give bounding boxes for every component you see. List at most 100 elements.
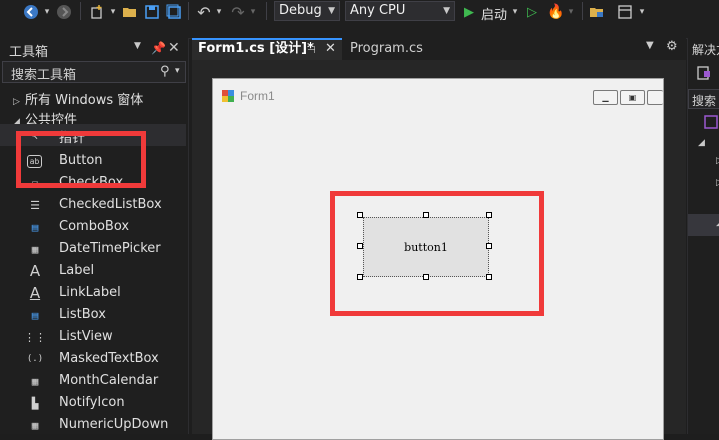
- start-button[interactable]: 启动: [481, 4, 507, 23]
- group-all-windows-forms[interactable]: ▷ 所有 Windows 窗体: [13, 89, 143, 108]
- solution-node-icon[interactable]: [704, 115, 718, 132]
- close-icon[interactable]: ✕: [168, 40, 180, 56]
- start-without-debugging-icon[interactable]: ▷: [525, 4, 539, 20]
- solution-search-input[interactable]: 搜索: [688, 89, 719, 109]
- solution-explorer-panel: 解决方 搜索 ◢ ▷ ▷ ◢: [687, 38, 719, 434]
- toolbox-item-linklabel[interactable]: A LinkLabel: [0, 282, 186, 304]
- configuration-value: Debug: [279, 3, 322, 18]
- toolbox-item-label: NotifyIcon: [59, 395, 125, 410]
- main-toolbar: ▾ ▾ ↶ ▾ ↷ ▾ Debug ▼ Any CPU ▼ ▶ 启动 ▾ ▷ 🔥…: [0, 0, 719, 39]
- minimize-button[interactable]: ▁: [593, 90, 618, 105]
- toolbox-item-label: ListBox: [59, 307, 106, 322]
- folder-view-icon[interactable]: [589, 4, 605, 20]
- hot-reload-icon[interactable]: 🔥: [547, 4, 564, 20]
- collapse-arrow-icon[interactable]: ◢: [698, 138, 705, 148]
- selected-tree-row[interactable]: ◢: [688, 214, 719, 236]
- toolbox-item-checkedlistbox[interactable]: ☰ CheckedListBox: [0, 194, 186, 216]
- toolbox-item-label: MonthCalendar: [59, 373, 159, 388]
- toolbox-search-input[interactable]: 搜索工具箱 ⚲ ▾: [2, 61, 186, 83]
- search-icon[interactable]: ⚲: [160, 64, 170, 79]
- pin-icon[interactable]: ⊣: [307, 42, 316, 60]
- listview-icon: ⋮⋮: [24, 330, 46, 344]
- toolbox-item-label: ListView: [59, 329, 113, 344]
- toolbox-item-notifyicon[interactable]: ▙ NotifyIcon: [0, 392, 186, 414]
- solution-explorer-title: 解决方: [692, 43, 719, 57]
- chevron-down-icon[interactable]: ▾: [42, 4, 52, 20]
- maskedtextbox-icon: (.): [26, 354, 44, 364]
- redo-icon[interactable]: ↷: [230, 3, 246, 22]
- toolbox-item-label: Label: [59, 263, 95, 278]
- combobox-icon: ▤: [31, 220, 39, 234]
- close-button[interactable]: [647, 90, 663, 105]
- solution-platform-select[interactable]: Any CPU ▼: [345, 1, 455, 21]
- new-project-icon[interactable]: [88, 4, 106, 20]
- solution-search-placeholder: 搜索: [692, 94, 717, 108]
- form-app-icon: [222, 90, 234, 105]
- search-placeholder: 搜索工具箱: [11, 68, 77, 83]
- toolbar-separator: [80, 2, 81, 20]
- save-icon[interactable]: [144, 4, 160, 20]
- toolbox-item-datetimepicker[interactable]: ▦ DateTimePicker: [0, 238, 186, 260]
- maximize-icon: ▣: [628, 93, 637, 102]
- monthcalendar-icon: ▦: [31, 374, 39, 388]
- listbox-icon: ▤: [31, 308, 39, 322]
- solution-configuration-select[interactable]: Debug ▼: [274, 1, 340, 21]
- editor-tab-bar: Form1.cs [设计]* ⊣ ✕ Program.cs ▼ ⚙: [192, 38, 686, 60]
- form-titlebar: Form1 ▁ ▣: [213, 79, 663, 115]
- chevron-down-icon[interactable]: ▼: [134, 41, 141, 51]
- tab-form1-designer[interactable]: Form1.cs [设计]* ⊣ ✕: [192, 38, 342, 60]
- chevron-down-icon[interactable]: ▾: [637, 4, 647, 20]
- chevron-down-icon[interactable]: ▾: [248, 4, 258, 20]
- chevron-down-icon[interactable]: ▾: [175, 66, 180, 76]
- form-title: Form1: [240, 89, 275, 103]
- expand-arrow-icon: ▷: [13, 97, 20, 107]
- chevron-down-icon: ▼: [443, 6, 450, 16]
- toolbox-item-maskedtextbox[interactable]: (.) MaskedTextBox: [0, 348, 186, 370]
- toolbar-separator: [582, 2, 583, 20]
- toolbox-item-label: NumericUpDown: [59, 417, 169, 432]
- toolbox-item-listbox[interactable]: ▤ ListBox: [0, 304, 186, 326]
- toolbox-item-label: CheckedListBox: [59, 197, 162, 212]
- toolbox-item-listview[interactable]: ⋮⋮ ListView: [0, 326, 186, 348]
- tab-program-cs[interactable]: Program.cs: [342, 38, 462, 60]
- pin-icon[interactable]: 📌: [151, 41, 166, 55]
- toolbox-panel: 工具箱 ▼ 📌 ✕ 搜索工具箱 ⚲ ▾ ▷ 所有 Windows 窗体 ◢ 公共控件…: [0, 38, 189, 434]
- gear-icon[interactable]: ⚙: [666, 39, 678, 54]
- open-folder-icon[interactable]: [122, 4, 138, 20]
- toolbox-item-label: MaskedTextBox: [59, 351, 159, 366]
- chevron-down-icon[interactable]: ▾: [108, 4, 118, 20]
- undo-icon[interactable]: ↶: [196, 3, 212, 22]
- save-all-icon[interactable]: [166, 4, 182, 20]
- toolbar-separator: [266, 2, 267, 20]
- toolbox-item-monthcalendar[interactable]: ▦ MonthCalendar: [0, 370, 186, 392]
- close-icon[interactable]: ✕: [325, 40, 336, 58]
- tab-label: Program.cs: [350, 41, 423, 56]
- chevron-down-icon[interactable]: ▾: [510, 4, 520, 20]
- chevron-down-icon[interactable]: ▾: [214, 4, 224, 20]
- play-icon[interactable]: ▶: [462, 4, 476, 20]
- solution-home-icon[interactable]: [696, 65, 712, 81]
- back-arrow-circle-icon[interactable]: [22, 4, 40, 20]
- toolbox-item-numericupdown[interactable]: ▦ NumericUpDown: [0, 414, 186, 436]
- toolbox-item-label: DateTimePicker: [59, 241, 161, 256]
- linklabel-icon: A: [29, 284, 41, 302]
- forward-arrow-circle-icon[interactable]: [56, 4, 72, 20]
- toolbar-separator: [188, 2, 189, 20]
- maximize-button[interactable]: ▣: [620, 90, 645, 105]
- chevron-down-icon[interactable]: ▾: [566, 4, 576, 20]
- toolbox-title: 工具箱: [9, 45, 49, 60]
- highlight-box-button1: [330, 191, 544, 316]
- toolbox-item-combobox[interactable]: ▤ ComboBox: [0, 216, 186, 238]
- tab-label: Form1.cs [设计]*: [198, 41, 314, 56]
- toolbox-item-label-control[interactable]: A Label: [0, 260, 186, 282]
- toolbox-item-label: ComboBox: [59, 219, 130, 234]
- layout-icon[interactable]: [617, 4, 633, 20]
- highlight-box-button-item: [16, 131, 146, 188]
- toolbox-header: 工具箱 ▼ 📌 ✕: [0, 38, 188, 60]
- toolbox-item-label: LinkLabel: [59, 285, 121, 300]
- chevron-down-icon: ▼: [328, 6, 335, 16]
- datetimepicker-icon: ▦: [31, 242, 39, 256]
- chevron-down-icon[interactable]: ▼: [646, 40, 654, 51]
- checkedlistbox-icon: ☰: [30, 198, 40, 212]
- label-control-icon: A: [29, 262, 41, 280]
